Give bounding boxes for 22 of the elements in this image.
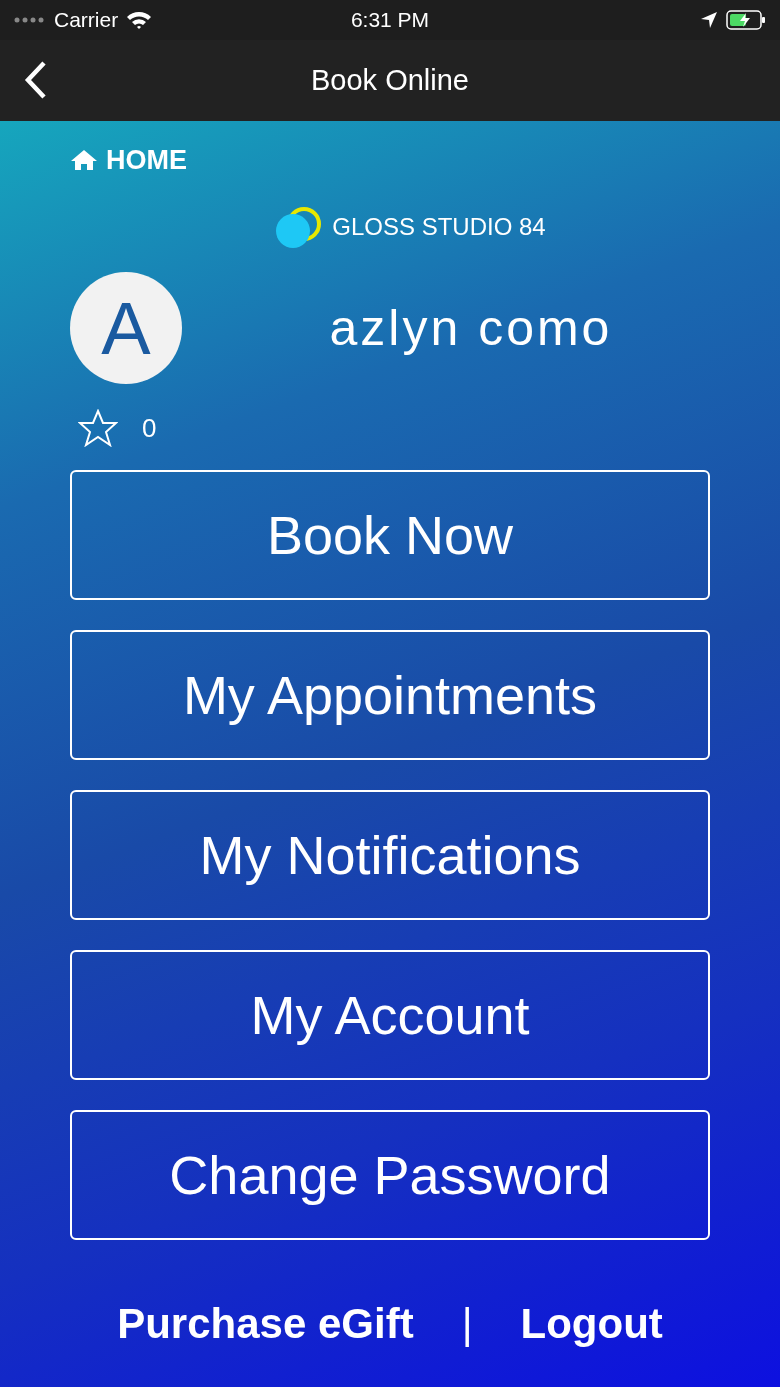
wifi-icon: [126, 10, 153, 30]
signal-icon: [14, 17, 46, 23]
back-icon[interactable]: [22, 60, 48, 100]
separator: |: [461, 1300, 473, 1348]
footer-link[interactable]: Purchase eGift: [117, 1300, 414, 1348]
home-icon[interactable]: [70, 149, 98, 171]
logo-text: GLOSS STUDIO 84: [332, 213, 546, 241]
menu-button[interactable]: My Account: [70, 950, 710, 1080]
carrier-name: Carrier: [54, 8, 119, 32]
location-icon: [700, 11, 718, 29]
footer-link[interactable]: Logout: [520, 1300, 663, 1348]
menu-button[interactable]: My Notifications: [70, 790, 710, 920]
points-count: 0: [142, 412, 157, 444]
status-time: 6:31 PM: [350, 8, 430, 32]
avatar: A: [70, 272, 182, 384]
star-icon: [78, 409, 118, 447]
battery-icon: [726, 10, 766, 30]
menu-button[interactable]: Change Password: [70, 1110, 710, 1240]
menu-button[interactable]: Book Now: [70, 470, 710, 600]
menu-button[interactable]: My Appointments: [70, 630, 710, 760]
user-name: azlyn como: [328, 299, 614, 357]
header-title: Book Online: [311, 64, 469, 97]
